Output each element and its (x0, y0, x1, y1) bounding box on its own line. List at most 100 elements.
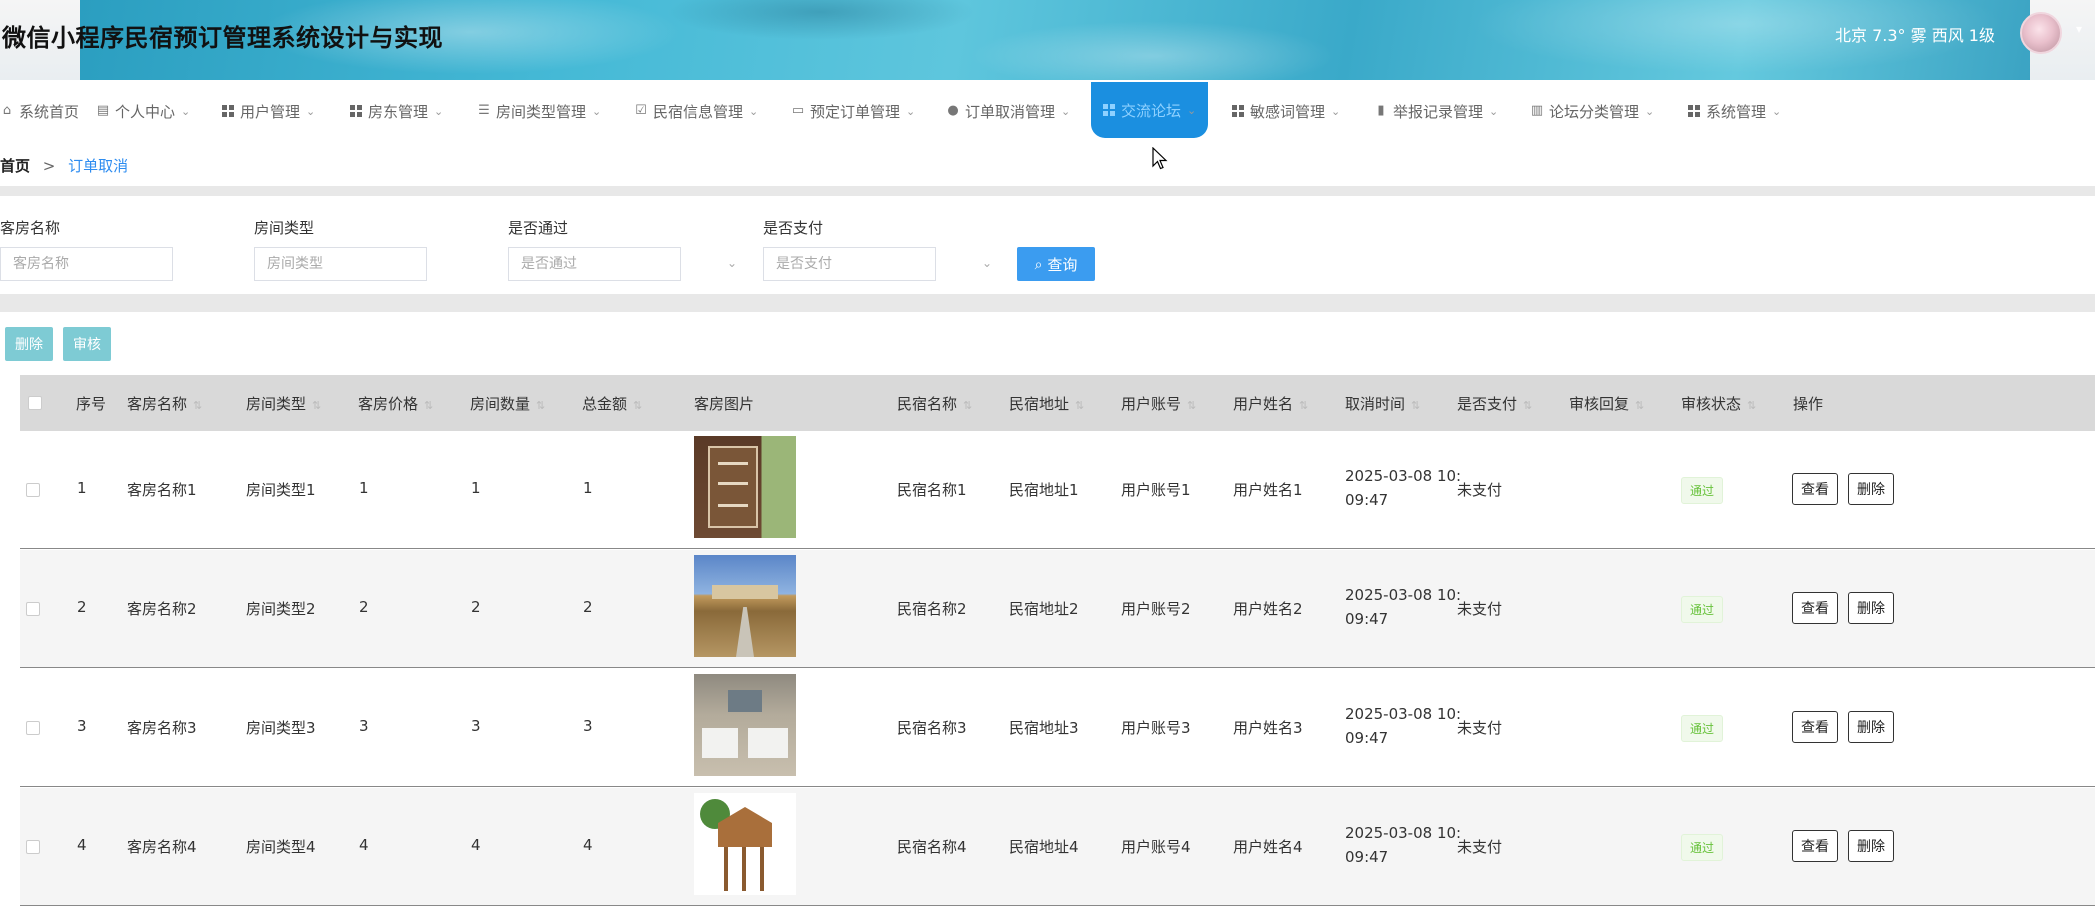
avatar[interactable] (2020, 12, 2062, 54)
sort-icon[interactable]: ⇅ (1299, 399, 1308, 412)
sort-icon[interactable]: ⇅ (963, 399, 972, 412)
nav-item-homestay-info[interactable]: ☑ 民宿信息管理 ⌄ (634, 84, 758, 138)
room-image[interactable] (694, 793, 796, 895)
column-header[interactable]: 取消时间 ⇅ (1345, 393, 1420, 414)
view-button[interactable]: 查看 (1792, 830, 1838, 862)
breadcrumb-home[interactable]: 首页 (0, 157, 30, 175)
cell-total: 1 (583, 479, 593, 497)
list-icon: ☰ (478, 103, 490, 118)
breadcrumb: 首页 > 订单取消 (0, 155, 128, 176)
nav-item-reports[interactable]: ▮ 举报记录管理 ⌄ (1374, 84, 1498, 138)
paid-select[interactable]: 是否支付 (763, 247, 936, 281)
clipboard-icon: ▮ (1377, 103, 1385, 118)
view-button[interactable]: 查看 (1792, 711, 1838, 743)
column-header[interactable]: 用户姓名 ⇅ (1233, 393, 1308, 414)
sort-icon[interactable]: ⇅ (1635, 399, 1644, 412)
sort-icon[interactable]: ⇅ (1523, 399, 1532, 412)
column-header[interactable]: 是否支付 ⇅ (1457, 393, 1532, 414)
profile-icon: ▤ (96, 103, 110, 118)
approved-select[interactable]: 是否通过 (508, 247, 681, 281)
column-header-label: 民宿地址 (1009, 395, 1070, 413)
cell-total: 3 (583, 717, 593, 735)
audit-button[interactable]: 审核 (63, 327, 111, 361)
column-header[interactable]: 总金额 ⇅ (582, 393, 642, 414)
row-checkbox[interactable] (26, 840, 40, 854)
cell-total: 4 (583, 836, 593, 854)
delete-button[interactable]: 删除 (1848, 830, 1894, 862)
search-label-room-name: 客房名称 (0, 219, 61, 237)
status-badge: 通过 (1681, 596, 1724, 623)
column-header[interactable]: 民宿地址 ⇅ (1009, 393, 1084, 414)
row-checkbox[interactable] (26, 483, 40, 497)
nav-item-landlords[interactable]: 房东管理 ⌄ (350, 84, 443, 138)
nav-item-profile[interactable]: ▤ 个人中心 ⌄ (96, 84, 190, 138)
row-checkbox[interactable] (26, 602, 40, 616)
nav-item-label: 预定订单管理 (810, 102, 901, 121)
search-label-room-type: 房间类型 (254, 219, 315, 237)
delete-button[interactable]: 删除 (1848, 592, 1894, 624)
select-all-checkbox[interactable] (28, 396, 42, 410)
delete-button[interactable]: 删除 (1848, 473, 1894, 505)
column-header[interactable]: 客房名称 ⇅ (127, 393, 202, 414)
nav-item-room-types[interactable]: ☰ 房间类型管理 ⌄ (477, 84, 601, 138)
nav-item-system[interactable]: 系统管理 ⌄ (1688, 84, 1781, 138)
cell-cancel-time: 2025-03-08 10: (1345, 586, 1462, 604)
sort-icon[interactable]: ⇅ (1187, 399, 1196, 412)
room-image[interactable] (694, 674, 796, 776)
sort-icon[interactable]: ⇅ (633, 399, 642, 412)
room-image-wall-art (728, 690, 762, 712)
sort-icon[interactable]: ⇅ (1747, 399, 1756, 412)
chevron-down-icon[interactable]: ⌄ (727, 256, 737, 270)
sort-icon[interactable]: ⇅ (536, 399, 545, 412)
column-header[interactable]: 房间类型 ⇅ (246, 393, 321, 414)
chevron-down-icon[interactable]: ⌄ (982, 256, 992, 270)
chevron-down-icon: ⌄ (1772, 104, 1782, 118)
chevron-down-icon: ⌄ (1061, 104, 1071, 118)
room-image[interactable] (694, 436, 796, 538)
chevron-down-icon[interactable]: ▾ (2076, 22, 2082, 36)
cell-price: 1 (359, 479, 369, 497)
nav-item-forum[interactable]: 交流论坛 ⌄ (1091, 82, 1209, 138)
column-header[interactable]: 用户账号 ⇅ (1121, 393, 1196, 414)
sort-icon[interactable]: ⇅ (1075, 399, 1084, 412)
view-button[interactable]: 查看 (1792, 592, 1838, 624)
cell-price: 3 (359, 717, 369, 735)
row-checkbox[interactable] (26, 721, 40, 735)
batch-delete-button[interactable]: 删除 (5, 327, 53, 361)
chevron-down-icon: ⌄ (1331, 104, 1341, 118)
nav-item-forum-categories[interactable]: ▥ 论坛分类管理 ⌄ (1530, 84, 1654, 138)
room-image[interactable] (694, 555, 796, 657)
sort-icon[interactable]: ⇅ (193, 399, 202, 412)
column-header[interactable]: 民宿名称 ⇅ (897, 393, 972, 414)
query-button[interactable]: ⌕ 查询 (1017, 247, 1095, 281)
column-header-label: 审核状态 (1681, 395, 1742, 413)
cell-price: 4 (359, 836, 369, 854)
cell-room-name: 客房名称2 (127, 600, 197, 618)
nav-item-booking-orders[interactable]: ▭ 预定订单管理 ⌄ (791, 84, 915, 138)
top-nav: ⌂ 系统首页 ▤ 个人中心 ⌄ 用户管理 ⌄ 房东管理 ⌄ ☰ 房间类型管理 ⌄… (0, 82, 2095, 138)
nav-item-users[interactable]: 用户管理 ⌄ (222, 84, 315, 138)
nav-item-sensitive-words[interactable]: 敏感词管理 ⌄ (1232, 84, 1340, 138)
home-icon: ⌂ (2, 103, 12, 118)
chevron-down-icon: ⌄ (592, 104, 602, 118)
view-button[interactable]: 查看 (1792, 473, 1838, 505)
sort-icon[interactable]: ⇅ (312, 399, 321, 412)
column-header-label: 房间数量 (470, 395, 531, 413)
column-header[interactable]: 客房价格 ⇅ (358, 393, 433, 414)
column-header[interactable]: 房间数量 ⇅ (470, 393, 545, 414)
room-type-input[interactable]: 房间类型 (254, 247, 427, 281)
search-icon: ⌕ (1034, 255, 1043, 272)
sort-icon[interactable]: ⇅ (1411, 399, 1420, 412)
delete-button[interactable]: 删除 (1848, 711, 1894, 743)
chevron-down-icon: ⌄ (1187, 103, 1197, 117)
column-header-label: 总金额 (582, 395, 628, 413)
column-header[interactable]: 审核回复 ⇅ (1569, 393, 1644, 414)
room-name-input[interactable]: 客房名称 (0, 247, 173, 281)
app-title: 微信小程序民宿预订管理系统设计与实现 (2, 24, 443, 52)
cell-room-name: 客房名称1 (127, 481, 197, 499)
room-image-bed (748, 728, 788, 758)
nav-item-home[interactable]: ⌂ 系统首页 (0, 84, 79, 138)
column-header[interactable]: 审核状态 ⇅ (1681, 393, 1756, 414)
nav-item-order-cancel[interactable]: ● 订单取消管理 ⌄ (946, 84, 1070, 138)
sort-icon[interactable]: ⇅ (424, 399, 433, 412)
